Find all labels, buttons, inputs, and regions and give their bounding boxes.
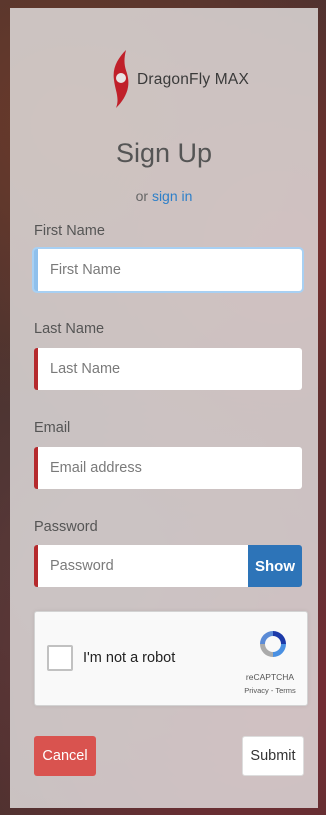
signin-link[interactable]: sign in <box>152 188 192 204</box>
recaptcha-label: I'm not a robot <box>83 650 176 666</box>
password-input[interactable] <box>34 545 248 587</box>
email-input[interactable] <box>34 447 302 489</box>
submit-button[interactable]: Submit <box>242 736 304 776</box>
signup-panel: DragonFly MAX Sign Up or sign in First N… <box>10 8 318 808</box>
first-name-label: First Name <box>34 223 105 239</box>
password-label: Password <box>34 519 98 535</box>
last-name-label: Last Name <box>34 321 105 337</box>
page-title: Sign Up <box>115 138 213 168</box>
signin-prompt: or sign in <box>10 188 318 204</box>
recaptcha-checkbox[interactable] <box>47 645 73 671</box>
dragonfly-logo-icon <box>113 50 129 108</box>
cancel-button[interactable]: Cancel <box>34 736 96 776</box>
brand-logo: DragonFly MAX <box>108 50 249 110</box>
last-name-input[interactable] <box>34 348 302 390</box>
first-name-input[interactable] <box>34 249 302 291</box>
show-password-button[interactable]: Show <box>248 545 302 587</box>
email-label: Email <box>34 420 71 436</box>
or-text: or <box>135 188 149 204</box>
recaptcha-icon <box>260 631 286 657</box>
recaptcha-links[interactable]: Privacy - Terms <box>240 686 300 695</box>
brand-name: DragonFly MAX <box>137 71 249 88</box>
recaptcha-widget: I'm not a robot reCAPTCHA Privacy - Term… <box>34 611 308 706</box>
recaptcha-brand: reCAPTCHA <box>245 672 295 682</box>
